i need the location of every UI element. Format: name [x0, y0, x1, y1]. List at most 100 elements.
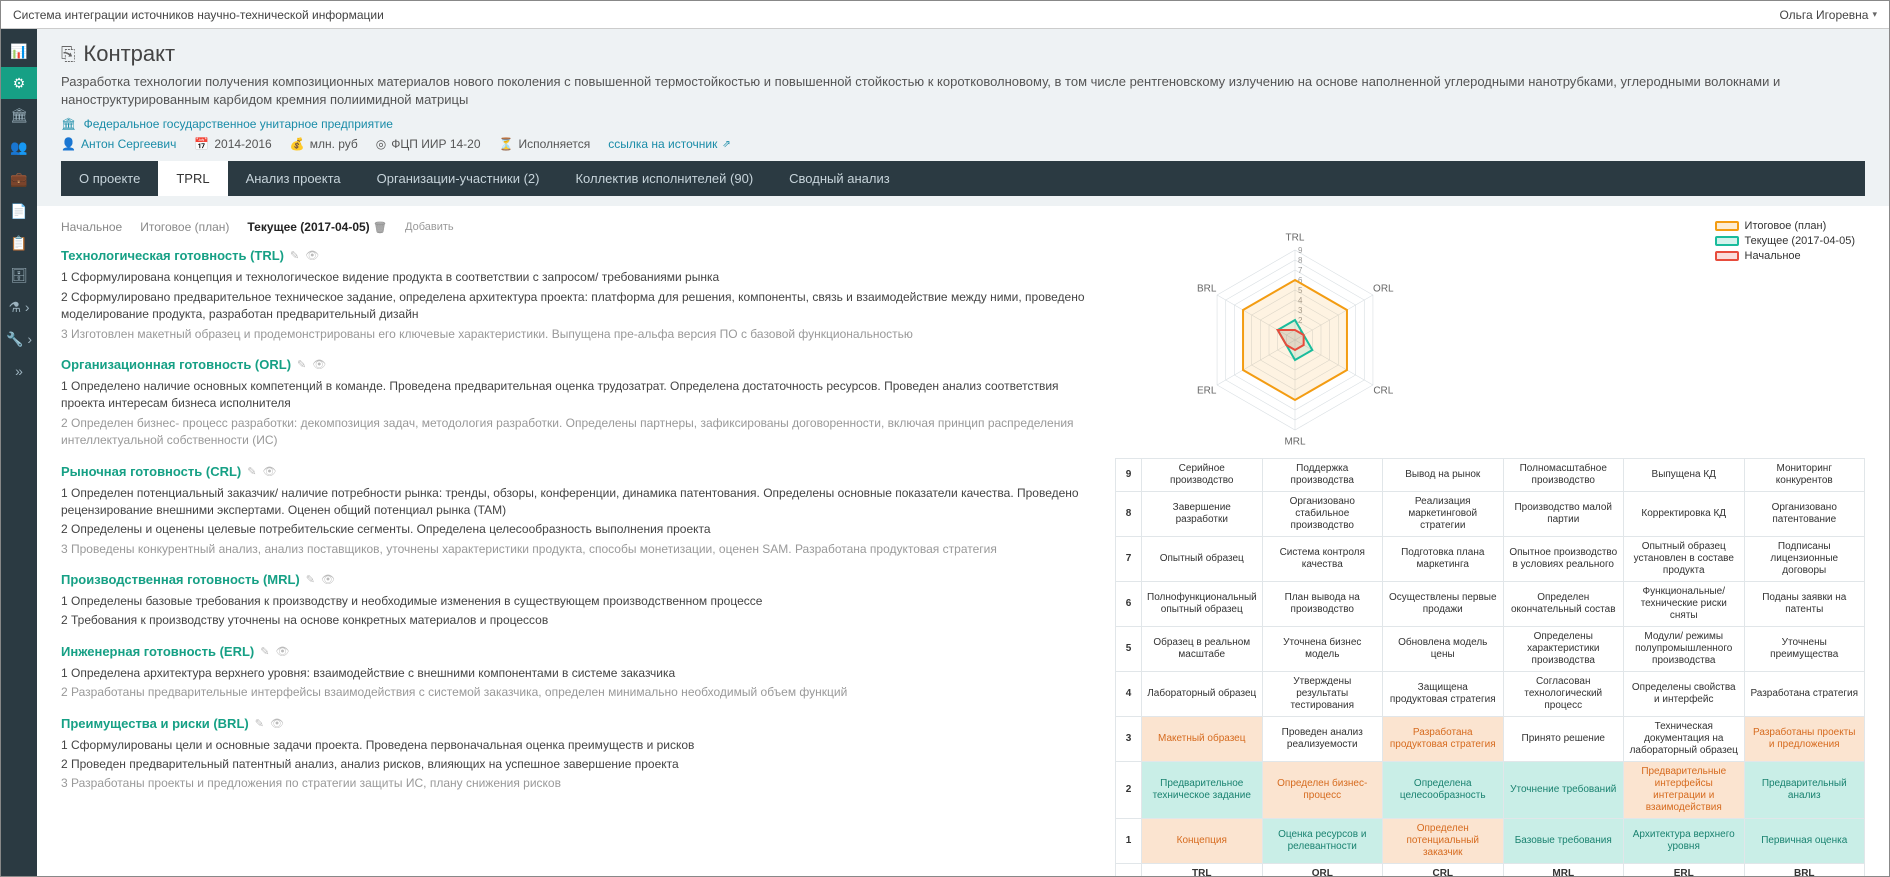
- matrix-cell: Определены свойства и интерфейс: [1624, 672, 1745, 717]
- matrix-cell: Разработана стратегия: [1744, 672, 1865, 717]
- system-title: Система интеграции источников научно-тех…: [13, 8, 384, 22]
- tab-orgs[interactable]: Организации-участники (2): [359, 161, 558, 196]
- org-link[interactable]: Федеральное государственное унитарное пр…: [84, 117, 393, 131]
- matrix-cell: Производство малой партии: [1503, 492, 1624, 537]
- matrix-row: 9Серийное производствоПоддержка производ…: [1116, 459, 1865, 492]
- eye-icon[interactable]: 👁: [312, 358, 326, 371]
- sidebar-item-1[interactable]: 📊: [1, 35, 37, 67]
- readiness-item: 2 Требования к производству уточнены на …: [61, 612, 1091, 629]
- edit-icon[interactable]: ✎: [255, 717, 264, 730]
- sidebar-item-8[interactable]: 🗄: [1, 259, 37, 291]
- meta-person[interactable]: 👤Антон Сергеевич: [61, 137, 176, 151]
- readiness-item: 1 Сформулирована концепция и технологиче…: [61, 269, 1091, 286]
- sidebar-item-4[interactable]: 👥: [1, 131, 37, 163]
- matrix-cell: Оценка ресурсов и релевантности: [1262, 819, 1383, 864]
- tab-summary[interactable]: Сводный анализ: [771, 161, 908, 196]
- subtab-initial[interactable]: Начальное: [61, 220, 122, 234]
- readiness-item: 1 Определены базовые требования к произв…: [61, 593, 1091, 610]
- matrix-cell: Предварительные интерфейсы интеграции и …: [1624, 762, 1745, 819]
- matrix-cell: Завершение разработки: [1142, 492, 1263, 537]
- money-icon: 💰: [290, 137, 305, 151]
- readiness-matrix: 9Серийное производствоПоддержка производ…: [1115, 458, 1865, 877]
- meta-program: ◎ФЦП ИИР 14-20: [376, 137, 481, 151]
- edit-icon[interactable]: ✎: [290, 249, 299, 262]
- edit-icon[interactable]: ✎: [306, 573, 315, 586]
- target-icon: ◎: [376, 137, 386, 151]
- sidebar-item-6[interactable]: 📄: [1, 195, 37, 227]
- matrix-cell: Техническая документация на лабораторный…: [1624, 717, 1745, 762]
- tab-analysis[interactable]: Анализ проекта: [228, 161, 359, 196]
- svg-text:MRL: MRL: [1284, 437, 1306, 448]
- matrix-cell: Базовые требования: [1503, 819, 1624, 864]
- tab-tprl[interactable]: TPRL: [158, 161, 227, 196]
- user-menu[interactable]: Ольга Игоревна ▾: [1779, 8, 1877, 22]
- matrix-cell: Разработана продуктовая стратегия: [1383, 717, 1504, 762]
- tab-about[interactable]: О проекте: [61, 161, 158, 196]
- readiness-item: 2 Разработаны предварительные интерфейсы…: [61, 684, 1091, 701]
- sidebar-item-2[interactable]: ⚙: [1, 67, 37, 99]
- trash-icon[interactable]: 🗑: [373, 222, 387, 234]
- matrix-cell: Предварительное техническое задание: [1142, 762, 1263, 819]
- matrix-cell: Уточнение требований: [1503, 762, 1624, 819]
- matrix-col-header: ORL: [1262, 864, 1383, 877]
- matrix-cell: Реализация маркетинговой стратегии: [1383, 492, 1504, 537]
- page-title: ⎘ Контракт: [61, 41, 1865, 67]
- contract-icon: ⎘: [61, 44, 75, 65]
- matrix-cell: Вывод на рынок: [1383, 459, 1504, 492]
- edit-icon[interactable]: ✎: [297, 358, 306, 371]
- eye-icon[interactable]: 👁: [270, 717, 284, 730]
- subtab-final-plan[interactable]: Итоговое (план): [140, 220, 229, 234]
- meta-years: 📅2014-2016: [194, 137, 271, 151]
- sidebar-item-9[interactable]: ⚗ ›: [1, 291, 37, 323]
- sidebar-item-3[interactable]: 🏛: [1, 99, 37, 131]
- legend-item: Начальное: [1715, 250, 1855, 262]
- matrix-cell: Система контроля качества: [1262, 537, 1383, 582]
- subtab-current[interactable]: Текущее (2017-04-05) 🗑: [247, 220, 387, 234]
- readiness-item: 2 Определен бизнес- процесс разработки: …: [61, 415, 1091, 450]
- tabs: О проектеTPRLАнализ проектаОрганизации-у…: [61, 161, 1865, 196]
- matrix-cell: Разработаны проекты и предложения: [1744, 717, 1865, 762]
- calendar-icon: 📅: [194, 137, 209, 151]
- matrix-cell: Обновлена модель цены: [1383, 627, 1504, 672]
- readiness-item: 3 Разработаны проекты и предложения по с…: [61, 775, 1091, 792]
- matrix-cell: Концепция: [1142, 819, 1263, 864]
- readiness-item: 2 Определены и оценены целевые потребите…: [61, 521, 1091, 538]
- matrix-cell: Предварительный анализ: [1744, 762, 1865, 819]
- sidebar-item-7[interactable]: 📋: [1, 227, 37, 259]
- legend-item: Итоговое (план): [1715, 220, 1855, 232]
- sidebar-collapse[interactable]: »: [1, 355, 37, 387]
- matrix-cell: Определена целесообразность: [1383, 762, 1504, 819]
- eye-icon[interactable]: 👁: [262, 465, 276, 478]
- svg-text:BRL: BRL: [1197, 284, 1217, 295]
- user-name: Ольга Игоревна: [1779, 8, 1868, 22]
- matrix-cell: Поданы заявки на патенты: [1744, 582, 1865, 627]
- radar-chart: TRLORLCRLMRLERLBRL123456789: [1115, 220, 1535, 450]
- matrix-cell: Образец в реальном масштабе: [1142, 627, 1263, 672]
- section-title: Технологическая готовность (TRL) ✎ 👁: [61, 248, 1091, 263]
- sidebar-item-10[interactable]: 🔧 ›: [1, 323, 37, 355]
- matrix-row: 7Опытный образецСистема контроля качеств…: [1116, 537, 1865, 582]
- svg-text:9: 9: [1298, 246, 1303, 255]
- eye-icon[interactable]: 👁: [305, 249, 319, 262]
- edit-icon[interactable]: ✎: [260, 645, 269, 658]
- readiness-item: 2 Сформулировано предварительное техниче…: [61, 289, 1091, 324]
- eye-icon[interactable]: 👁: [275, 645, 289, 658]
- meta-source-link[interactable]: ссылка на источник⇗: [608, 137, 730, 151]
- sidebar-item-5[interactable]: 💼: [1, 163, 37, 195]
- section-title: Организационная готовность (ORL) ✎ 👁: [61, 357, 1091, 372]
- matrix-cell: Осуществлены первые продажи: [1383, 582, 1504, 627]
- topbar: Система интеграции источников научно-тех…: [1, 1, 1889, 29]
- subtab-add[interactable]: Добавить: [405, 221, 454, 233]
- readiness-item: 1 Определено наличие основных компетенци…: [61, 378, 1091, 413]
- building-icon: 🏛: [61, 117, 76, 131]
- tab-team[interactable]: Коллектив исполнителей (90): [557, 161, 771, 196]
- edit-icon[interactable]: ✎: [247, 465, 256, 478]
- section-title: Инженерная готовность (ERL) ✎ 👁: [61, 644, 1091, 659]
- matrix-cell: Согласован технологический процесс: [1503, 672, 1624, 717]
- matrix-row: 5Образец в реальном масштабеУточнена биз…: [1116, 627, 1865, 672]
- matrix-cell: Определен бизнес-процесс: [1262, 762, 1383, 819]
- matrix-cell: Опытный образец установлен в составе про…: [1624, 537, 1745, 582]
- matrix-cell: Определены характеристики производства: [1503, 627, 1624, 672]
- eye-icon[interactable]: 👁: [321, 573, 335, 586]
- matrix-cell: Полнофункциональный опытный образец: [1142, 582, 1263, 627]
